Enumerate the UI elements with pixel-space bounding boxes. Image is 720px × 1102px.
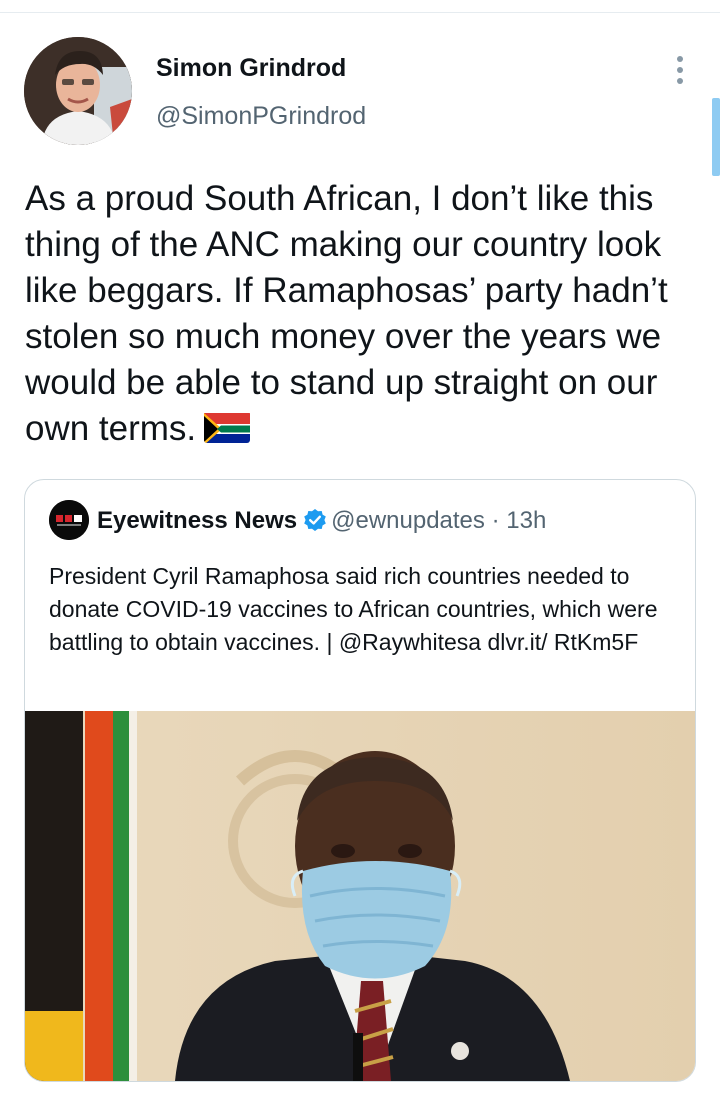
quoted-author-handle[interactable]: @ewnupdates (331, 507, 485, 534)
tweet-text: As a proud South African, I don’t like t… (25, 176, 705, 452)
quoted-tweet-card[interactable]: Eyewitness News @ewnupdates · 13h Presid… (24, 479, 696, 1082)
tweet-body: As a proud South African, I don’t like t… (25, 179, 668, 448)
author-display-name[interactable]: Simon Grindrod (156, 54, 346, 83)
separator: · (491, 507, 500, 534)
top-divider (0, 12, 720, 13)
avatar[interactable] (24, 37, 132, 145)
quoted-tweet-text: President Cyril Ramaphosa said rich coun… (49, 563, 658, 655)
quoted-tweet-photo[interactable] (25, 711, 695, 1081)
quoted-timestamp[interactable]: 13h (506, 507, 546, 534)
scrollbar[interactable] (712, 98, 720, 176)
quoted-avatar-icon[interactable] (49, 500, 89, 540)
separator-dot: · (485, 507, 506, 534)
more-icon[interactable] (664, 54, 696, 86)
quoted-tweet-header: Eyewitness News @ewnupdates · 13h (97, 504, 546, 538)
south-africa-flag-icon (204, 411, 251, 443)
quoted-author-name[interactable]: Eyewitness News (97, 507, 297, 534)
author-handle[interactable]: @SimonPGrindrod (156, 102, 366, 131)
verified-icon (303, 508, 327, 532)
